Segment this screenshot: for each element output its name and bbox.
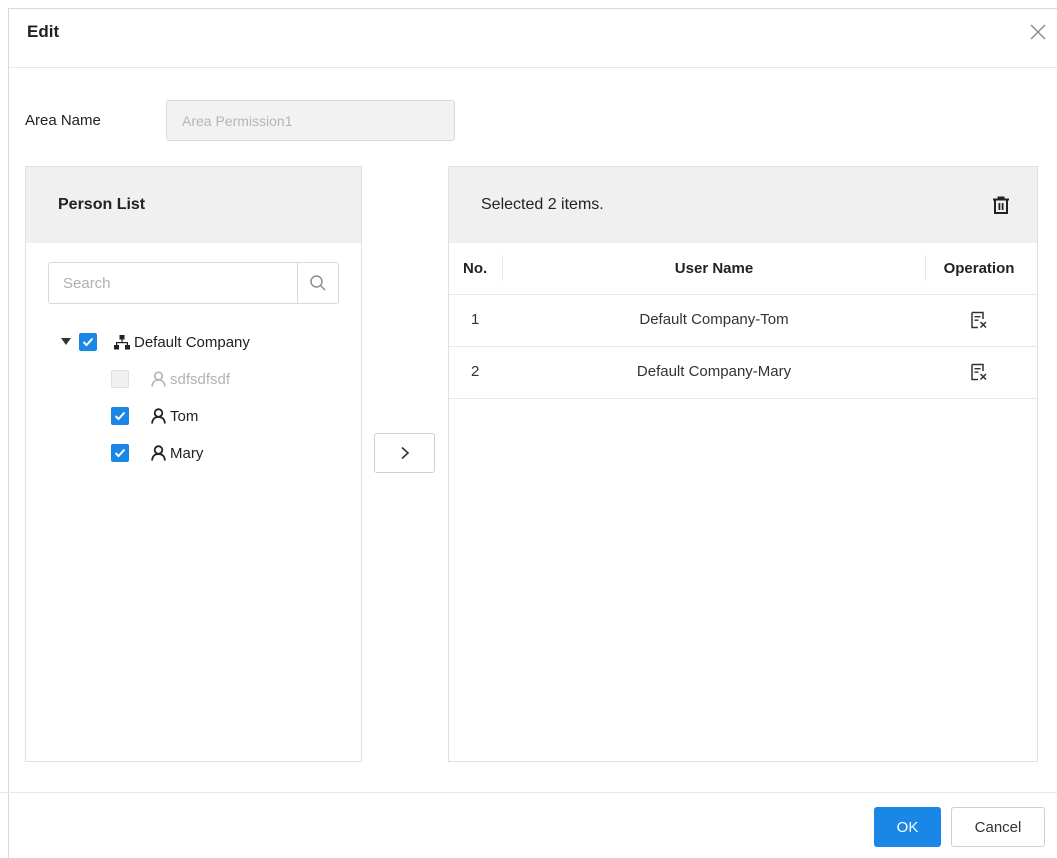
person-list-title: Person List (58, 196, 146, 213)
expand-caret-icon[interactable] (59, 335, 73, 349)
table-row: 1 Default Company-Tom (449, 295, 1037, 347)
area-name-label: Area Name (25, 112, 101, 129)
selected-header: Selected 2 items. (449, 167, 1037, 243)
row-operation (925, 311, 1033, 333)
search-box (48, 262, 339, 304)
person-name: Tom (170, 407, 199, 425)
person-list-header: Person List (26, 167, 361, 243)
close-button[interactable] (1027, 21, 1049, 43)
column-header-operation: Operation (943, 260, 1015, 277)
person-name: Mary (170, 444, 204, 462)
row-number: 2 (471, 363, 480, 380)
tree-node-person: sdfsdfsdf (111, 367, 230, 391)
trash-icon (993, 196, 1009, 214)
remove-item-icon[interactable] (970, 311, 988, 333)
footer-divider (0, 792, 1057, 793)
column-header-no: No. (463, 260, 488, 277)
dialog-header: Edit (9, 9, 1057, 68)
clear-all-button[interactable] (991, 195, 1011, 215)
company-name: Default Company (134, 333, 250, 351)
org-tree-icon (114, 334, 130, 350)
selected-table: No. User Name Operation 1 Default Compan… (449, 243, 1037, 399)
search-icon (310, 275, 326, 291)
company-checkbox[interactable] (79, 333, 97, 351)
search-input[interactable] (49, 263, 297, 303)
ok-button[interactable]: OK (874, 807, 941, 847)
cancel-button[interactable]: Cancel (951, 807, 1045, 847)
selected-panel: Selected 2 items. No. User Name Operatio… (448, 166, 1038, 762)
user-icon (151, 408, 166, 424)
remove-item-icon[interactable] (970, 363, 988, 385)
close-icon (1030, 24, 1046, 40)
person-checkbox[interactable] (111, 370, 129, 388)
person-checkbox[interactable] (111, 407, 129, 425)
person-checkbox[interactable] (111, 444, 129, 462)
row-number: 1 (471, 311, 480, 328)
table-row: 2 Default Company-Mary (449, 347, 1037, 399)
search-button[interactable] (297, 263, 338, 303)
tree-node-person: Mary (111, 441, 203, 465)
tree-node-person: Tom (111, 404, 198, 428)
table-header: No. User Name Operation (449, 243, 1037, 295)
person-name: sdfsdfsdf (170, 370, 231, 388)
column-header-user-name: User Name (674, 260, 754, 277)
row-operation (925, 363, 1033, 385)
user-icon (151, 371, 166, 387)
row-user-name: Default Company-Tom (639, 311, 789, 328)
tree-node-company: Default Company (59, 330, 250, 354)
column-divider (502, 255, 503, 281)
dialog-title: Edit (27, 22, 60, 41)
area-name-input[interactable] (166, 100, 455, 141)
selected-summary: Selected 2 items. (481, 196, 604, 213)
person-list-panel: Person List Def (25, 166, 362, 762)
user-icon (151, 445, 166, 461)
add-selected-button[interactable] (374, 433, 435, 473)
chevron-right-icon (400, 446, 409, 460)
row-user-name: Default Company-Mary (636, 363, 792, 380)
